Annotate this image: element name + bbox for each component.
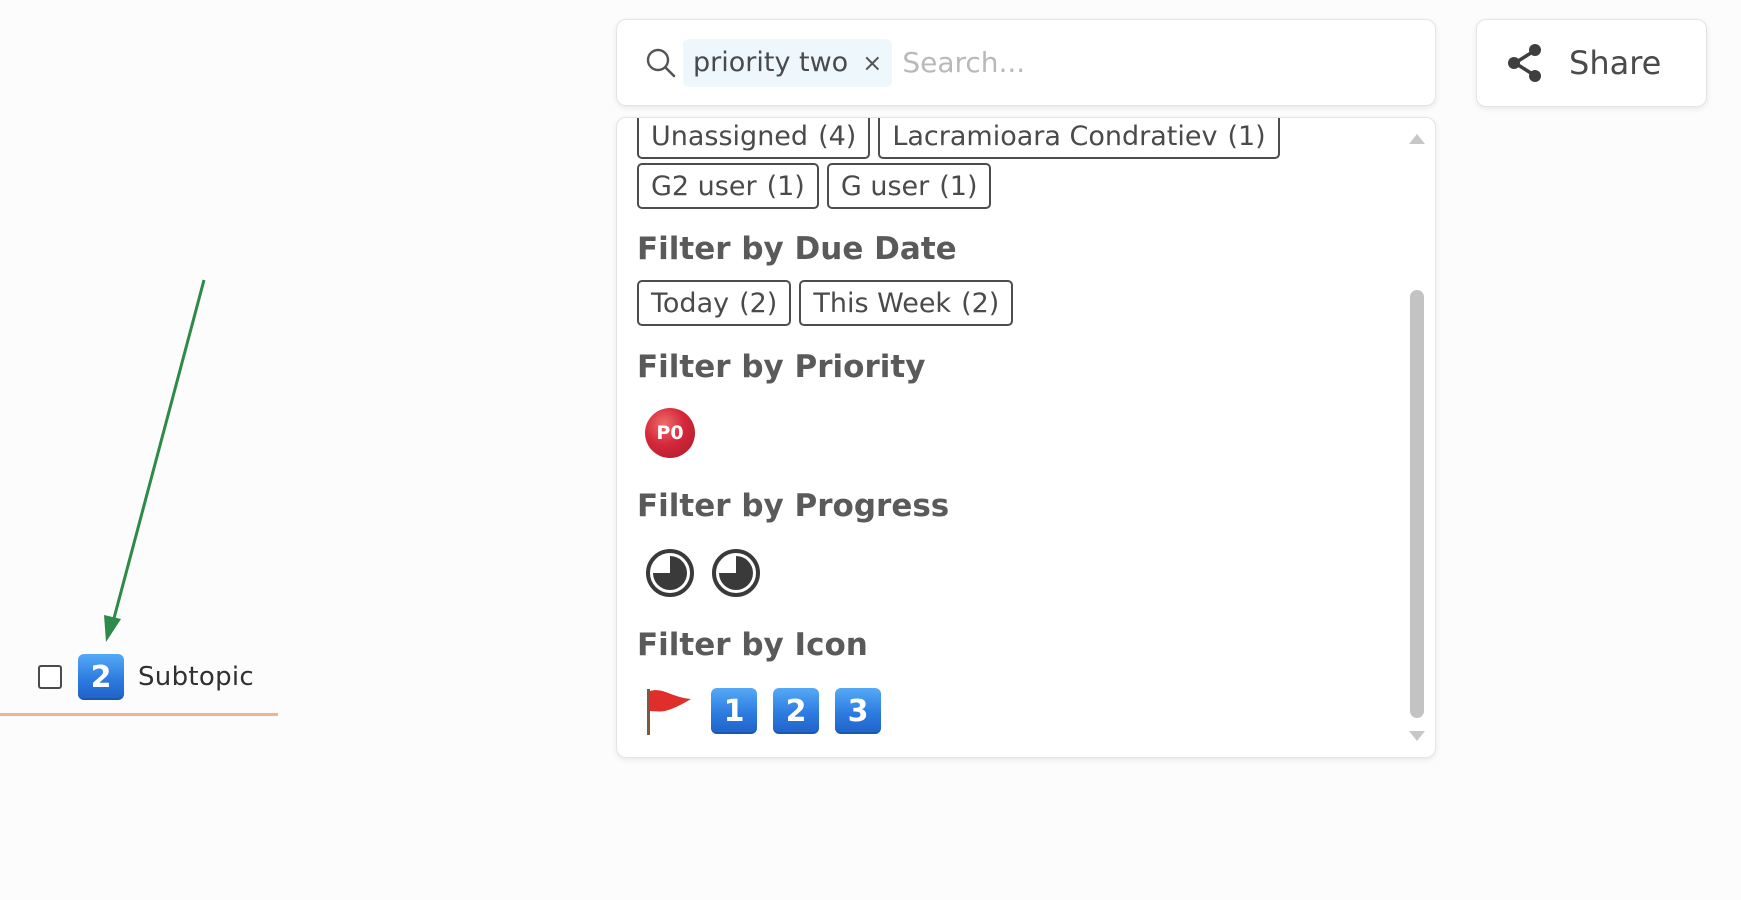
priority-p0-icon[interactable]: P0 [645, 408, 695, 458]
chip-label: G user [840, 170, 930, 202]
keycap-3-icon[interactable]: 3 [835, 688, 881, 734]
scroll-up-arrow-icon[interactable] [1409, 134, 1425, 144]
chip-count: (2) [739, 287, 778, 319]
search-filter-chip: priority two × [683, 38, 893, 87]
chip-label: Lacramioara Condratiev [892, 120, 1218, 152]
due-date-chip-today[interactable]: Today (2) [637, 280, 792, 326]
section-title-due-date: Filter by Due Date [637, 231, 957, 267]
share-label: Share [1569, 44, 1662, 82]
node-checkbox[interactable] [38, 665, 62, 689]
node-underline [0, 713, 278, 716]
section-title-priority: Filter by Priority [637, 349, 926, 385]
share-icon [1508, 44, 1541, 82]
chip-label: Today [651, 287, 730, 319]
search-input[interactable] [900, 45, 1345, 80]
search-icon [646, 48, 676, 77]
section-title-icon: Filter by Icon [637, 627, 868, 663]
scrollbar-thumb[interactable] [1410, 290, 1424, 718]
node-title[interactable]: Subtopic [138, 662, 254, 692]
search-chip-label: priority two [693, 47, 849, 78]
section-title-progress: Filter by Progress [637, 488, 950, 524]
chip-label: G2 user [651, 170, 757, 202]
progress-icon[interactable] [645, 548, 695, 598]
progress-icon-row [637, 548, 761, 598]
search-bar[interactable]: priority two × [616, 19, 1436, 106]
chip-label: Unassigned [651, 120, 809, 152]
assignee-chip-unassigned[interactable]: Unassigned (4) [637, 118, 871, 159]
assignee-chip-g2-user[interactable]: G2 user (1) [637, 163, 819, 209]
assignee-chip-row: G2 user (1) G user (1) [637, 163, 992, 209]
priority-icon-row: P0 [637, 408, 695, 458]
flag-icon[interactable] [643, 685, 695, 737]
chip-count: (1) [1227, 120, 1266, 152]
connector-arrow [104, 279, 206, 642]
icon-filter-row: 1 2 3 [637, 685, 881, 737]
filter-panel: Unassigned (4) Lacramioara Condratiev (1… [616, 117, 1436, 758]
keycap-2-icon[interactable]: 2 [773, 688, 819, 734]
keycap-2-icon: 2 [78, 654, 124, 700]
keycap-1-icon[interactable]: 1 [711, 688, 757, 734]
chip-remove-icon[interactable]: × [862, 49, 882, 77]
scroll-down-arrow-icon[interactable] [1409, 731, 1425, 741]
assignee-chip-g-user[interactable]: G user (1) [826, 163, 992, 209]
assignee-chip-row: Unassigned (4) Lacramioara Condratiev (1… [637, 118, 1280, 159]
share-button[interactable]: Share [1476, 19, 1707, 107]
chip-count: (4) [818, 120, 857, 152]
due-date-chip-this-week[interactable]: This Week (2) [799, 280, 1014, 326]
subtopic-node[interactable]: 2 Subtopic [38, 654, 254, 700]
progress-icon[interactable] [711, 548, 761, 598]
due-date-chip-row: Today (2) This Week (2) [637, 280, 1014, 326]
chip-count: (2) [961, 287, 1000, 319]
chip-count: (1) [766, 170, 805, 202]
assignee-chip-lacramioara[interactable]: Lacramioara Condratiev (1) [878, 118, 1280, 159]
chip-label: This Week [813, 287, 952, 319]
chip-count: (1) [939, 170, 978, 202]
